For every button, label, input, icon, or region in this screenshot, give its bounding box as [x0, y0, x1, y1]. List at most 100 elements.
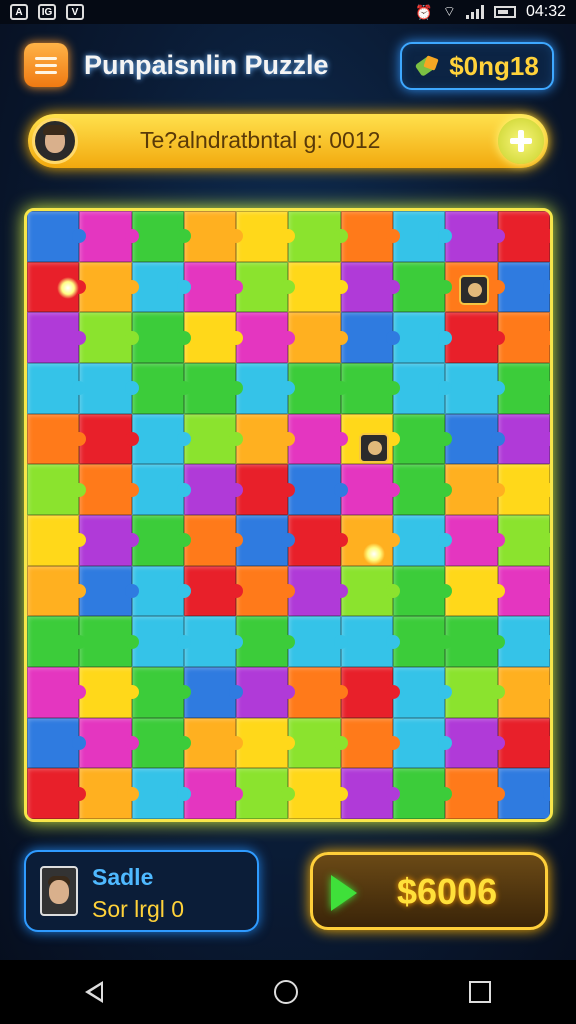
puzzle-piece[interactable] [340, 363, 401, 414]
puzzle-piece[interactable] [79, 768, 139, 819]
puzzle-piece[interactable] [497, 363, 550, 414]
puzzle-piece[interactable] [288, 667, 349, 718]
puzzle-piece[interactable] [236, 565, 296, 617]
puzzle-piece[interactable] [183, 363, 244, 414]
puzzle-piece[interactable] [131, 667, 192, 718]
puzzle-piece[interactable] [27, 312, 87, 363]
puzzle-piece[interactable] [183, 667, 244, 718]
puzzle-piece[interactable] [445, 464, 506, 515]
puzzle-piece[interactable] [497, 616, 550, 667]
puzzle-piece[interactable] [27, 363, 87, 414]
puzzle-piece[interactable] [288, 616, 349, 667]
puzzle-piece[interactable] [445, 667, 506, 718]
puzzle-piece[interactable] [183, 616, 244, 667]
puzzle-piece[interactable] [131, 261, 192, 313]
puzzle-piece[interactable] [340, 211, 401, 262]
puzzle-piece[interactable] [79, 413, 139, 465]
puzzle-piece[interactable] [497, 211, 550, 262]
puzzle-piece[interactable] [183, 717, 244, 769]
puzzle-piece[interactable] [445, 413, 506, 465]
puzzle-piece[interactable] [445, 363, 506, 414]
puzzle-piece-portrait[interactable] [359, 433, 389, 463]
puzzle-piece[interactable] [340, 261, 401, 313]
puzzle-piece[interactable] [288, 211, 349, 262]
puzzle-piece[interactable] [288, 464, 349, 515]
puzzle-piece[interactable] [236, 312, 296, 363]
puzzle-piece[interactable] [288, 413, 349, 465]
puzzle-piece[interactable] [445, 211, 506, 262]
puzzle-piece[interactable] [497, 515, 550, 566]
coins-display[interactable]: $0ng18 [400, 42, 554, 90]
puzzle-piece[interactable] [131, 413, 192, 465]
puzzle-piece[interactable] [393, 211, 453, 262]
puzzle-piece[interactable] [236, 211, 296, 262]
puzzle-piece[interactable] [288, 363, 349, 414]
puzzle-piece[interactable] [340, 565, 401, 617]
home-icon[interactable] [273, 980, 298, 1004]
puzzle-piece[interactable] [79, 667, 139, 718]
puzzle-piece[interactable] [27, 768, 87, 819]
puzzle-piece[interactable] [236, 515, 296, 566]
puzzle-piece[interactable] [340, 312, 401, 363]
puzzle-piece[interactable] [236, 616, 296, 667]
puzzle-piece[interactable] [340, 667, 401, 718]
puzzle-piece[interactable] [497, 565, 550, 617]
puzzle-piece[interactable] [131, 768, 192, 819]
puzzle-piece[interactable] [27, 211, 87, 262]
puzzle-piece[interactable] [393, 413, 453, 465]
puzzle-piece[interactable] [131, 515, 192, 566]
puzzle-piece[interactable] [79, 515, 139, 566]
puzzle-piece-portrait[interactable] [459, 275, 489, 305]
recent-apps-icon[interactable] [468, 981, 491, 1003]
puzzle-piece[interactable] [340, 464, 401, 515]
puzzle-piece[interactable] [288, 312, 349, 363]
puzzle-piece[interactable] [183, 261, 244, 313]
avatar[interactable] [32, 118, 78, 164]
puzzle-piece[interactable] [445, 717, 506, 769]
puzzle-piece[interactable] [340, 717, 401, 769]
puzzle-piece[interactable] [497, 413, 550, 465]
player-card[interactable]: Sadle Sor lrgl 0 [24, 850, 259, 932]
puzzle-piece[interactable] [393, 515, 453, 566]
puzzle-piece[interactable] [340, 768, 401, 819]
puzzle-piece[interactable] [288, 565, 349, 617]
puzzle-piece[interactable] [236, 261, 296, 313]
puzzle-piece[interactable] [27, 413, 87, 465]
puzzle-piece[interactable] [393, 565, 453, 617]
puzzle-piece[interactable] [27, 565, 87, 617]
puzzle-piece[interactable] [393, 363, 453, 414]
puzzle-piece[interactable] [288, 515, 349, 566]
puzzle-piece[interactable] [79, 464, 139, 515]
puzzle-piece[interactable] [497, 312, 550, 363]
puzzle-board[interactable] [24, 208, 553, 822]
menu-button[interactable] [24, 43, 68, 87]
puzzle-piece[interactable] [497, 464, 550, 515]
puzzle-piece[interactable] [27, 616, 87, 667]
puzzle-piece[interactable] [445, 515, 506, 566]
puzzle-piece[interactable] [393, 667, 453, 718]
puzzle-piece[interactable] [445, 312, 506, 363]
puzzle-piece[interactable] [445, 616, 506, 667]
puzzle-piece[interactable] [183, 312, 244, 363]
puzzle-piece[interactable] [27, 717, 87, 769]
puzzle-piece[interactable] [393, 312, 453, 363]
puzzle-piece[interactable] [131, 312, 192, 363]
puzzle-piece[interactable] [497, 768, 550, 819]
puzzle-piece[interactable] [236, 667, 296, 718]
puzzle-piece[interactable] [79, 211, 139, 262]
puzzle-piece[interactable] [236, 768, 296, 819]
puzzle-piece[interactable] [497, 261, 550, 313]
puzzle-piece[interactable] [131, 464, 192, 515]
puzzle-piece[interactable] [183, 464, 244, 515]
puzzle-piece[interactable] [183, 515, 244, 566]
puzzle-piece[interactable] [445, 768, 506, 819]
puzzle-piece[interactable] [79, 312, 139, 363]
puzzle-piece[interactable] [79, 565, 139, 617]
puzzle-piece[interactable] [236, 717, 296, 769]
puzzle-piece[interactable] [393, 717, 453, 769]
puzzle-piece[interactable] [183, 768, 244, 819]
puzzle-piece[interactable] [79, 363, 139, 414]
add-button[interactable] [498, 118, 544, 164]
puzzle-piece[interactable] [27, 667, 87, 718]
puzzle-piece[interactable] [27, 464, 87, 515]
